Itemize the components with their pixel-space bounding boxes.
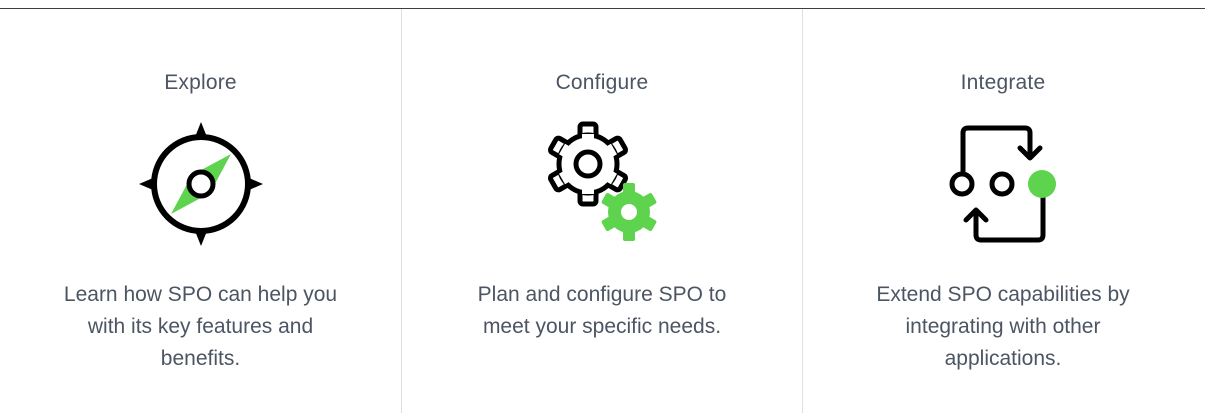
card-title: Integrate <box>960 71 1046 94</box>
card-title: Configure <box>555 71 649 94</box>
card-explore[interactable]: Explore Learn how SPO can help you with … <box>0 9 401 413</box>
card-description: Learn how SPO can help you with its key … <box>63 283 338 370</box>
card-description: Plan and configure SPO to meet your spec… <box>477 283 727 338</box>
card-integrate[interactable]: Integrate Extend SPO capabilities by int… <box>802 9 1203 413</box>
integration-cycle-icon <box>933 119 1073 249</box>
compass-icon <box>131 119 271 249</box>
feature-cards: Explore Learn how SPO can help you with … <box>0 9 1205 413</box>
card-title: Explore <box>164 71 237 94</box>
card-configure[interactable]: Configure Plan and configure SPO to meet… <box>401 9 802 413</box>
gears-icon <box>532 119 672 249</box>
card-description: Extend SPO capabilities by integrating w… <box>876 283 1130 370</box>
